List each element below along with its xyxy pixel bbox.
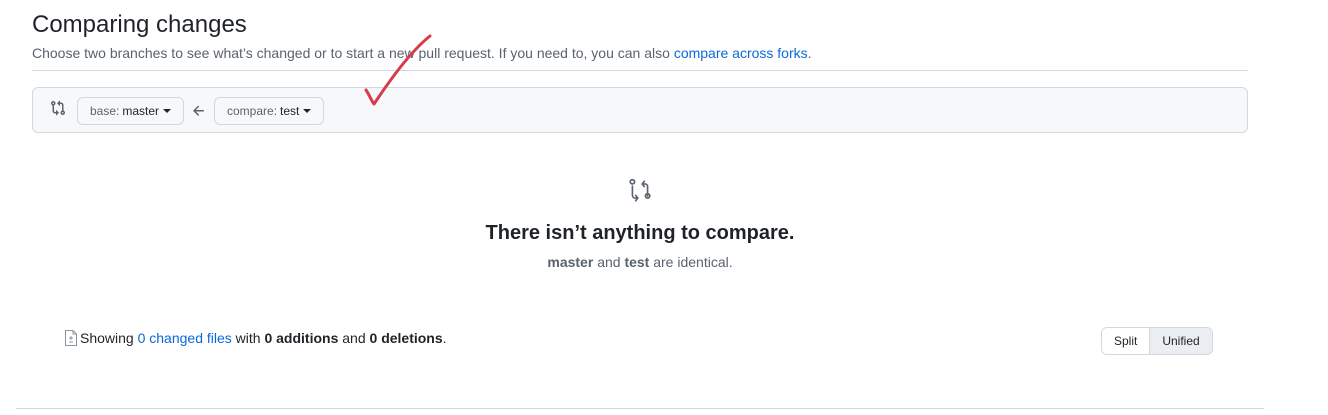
page-subtitle: Choose two branches to see what’s change… xyxy=(32,43,1248,63)
subtitle-text: Choose two branches to see what’s change… xyxy=(32,45,670,61)
unified-view-button[interactable]: Unified xyxy=(1150,328,1212,354)
split-view-button[interactable]: Split xyxy=(1102,328,1151,354)
blankslate-and: and xyxy=(597,254,621,270)
additions-count: 0 additions xyxy=(264,330,339,346)
compare-label: compare: xyxy=(227,104,278,118)
compare-across-forks-link[interactable]: compare across forks xyxy=(674,45,808,61)
blankslate-description: master and test are identical. xyxy=(32,254,1248,270)
file-diff-icon xyxy=(65,330,77,346)
compare-branch-name: test xyxy=(280,104,300,118)
summary-showing: Showing xyxy=(80,330,134,346)
subtitle-period: . xyxy=(807,45,812,61)
summary-and: and xyxy=(342,330,366,346)
bottom-divider xyxy=(16,408,1264,409)
diff-summary: Showing 0 changed files with 0 additions… xyxy=(64,330,447,346)
header-divider xyxy=(32,70,1248,71)
page-header: Comparing changes Choose two branches to… xyxy=(32,10,1248,63)
arrow-left-icon xyxy=(193,105,204,116)
check-mark-icon xyxy=(364,34,432,106)
blankslate-title: There isn’t anything to compare. xyxy=(485,222,795,244)
branch-b-name: test xyxy=(624,254,650,270)
summary-period: . xyxy=(442,330,447,346)
base-label: base: xyxy=(90,104,120,118)
chevron-down-icon xyxy=(163,109,172,113)
range-editor: base: master compare: test xyxy=(32,87,1248,133)
git-compare-icon xyxy=(629,178,651,202)
summary-with: with xyxy=(235,330,261,346)
chevron-down-icon xyxy=(303,109,312,113)
deletions-count: 0 deletions xyxy=(369,330,443,346)
base-branch-name: master xyxy=(122,104,160,118)
compare-branch-button[interactable]: compare: test xyxy=(214,97,325,125)
diff-view-toggle: Split Unified xyxy=(1101,327,1213,355)
page-title: Comparing changes xyxy=(32,11,247,38)
blankslate-end: are identical. xyxy=(653,254,733,270)
changed-files-link[interactable]: 0 changed files xyxy=(138,330,232,346)
blankslate: There isn’t anything to compare. master … xyxy=(32,178,1248,270)
git-compare-icon xyxy=(51,100,66,116)
branch-a-name: master xyxy=(547,254,594,270)
base-branch-button[interactable]: base: master xyxy=(77,97,185,125)
